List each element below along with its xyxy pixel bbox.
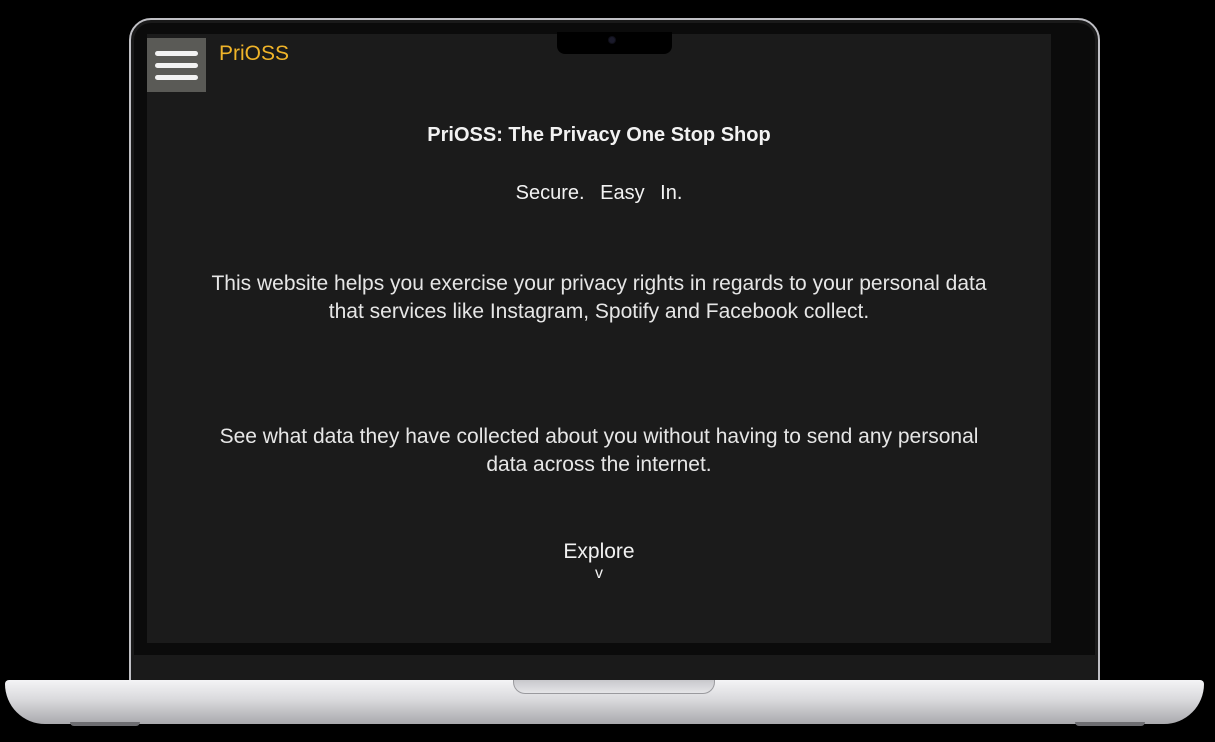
laptop-foot-right [1075, 722, 1145, 726]
hamburger-menu-icon-bar [155, 62, 198, 68]
tagline-secure: Secure. [515, 182, 585, 204]
hamburger-menu-icon-bar [155, 74, 198, 80]
privacy-paragraph: See what data they have collected about … [219, 425, 979, 476]
explore-label: Explore [563, 540, 635, 563]
camera-icon [609, 37, 615, 43]
laptop-bezel-bottom [133, 655, 1096, 681]
brand-title[interactable]: PriOSS [219, 40, 289, 68]
chevron-down-icon: v [595, 565, 603, 582]
tagline-in: In. [660, 182, 683, 204]
camera-notch [557, 32, 672, 54]
device-mockup: PriOSS PriOSS: The Privacy One Stop Shop… [0, 0, 1215, 742]
hamburger-menu-button[interactable] [147, 38, 206, 92]
tagline: Secure. Easy In. [147, 182, 1051, 205]
intro-paragraph: This website helps you exercise your pri… [211, 272, 987, 323]
page-title: PriOSS: The Privacy One Stop Shop [427, 124, 771, 146]
explore-button[interactable]: Explore v [499, 538, 699, 582]
screen: PriOSS PriOSS: The Privacy One Stop Shop… [147, 34, 1051, 643]
hamburger-menu-icon [155, 50, 198, 56]
tagline-easy: Easy [600, 182, 645, 204]
laptop-foot-left [70, 722, 140, 726]
laptop-open-notch [513, 680, 715, 694]
